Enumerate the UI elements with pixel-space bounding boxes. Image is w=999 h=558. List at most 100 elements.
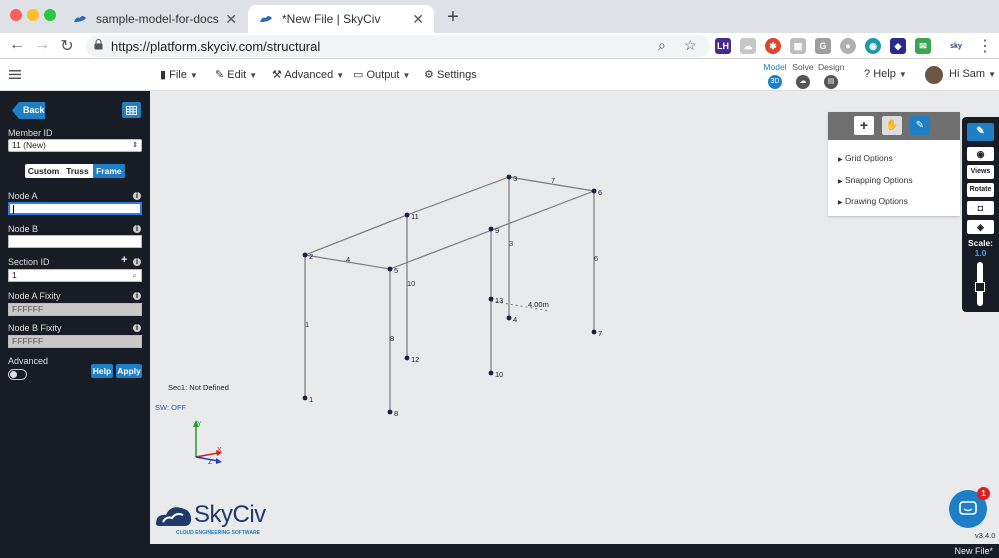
node-label-12: 12 — [411, 355, 419, 364]
node-label-4: 4 — [513, 315, 517, 324]
select-arrows-icon: ⇕ — [132, 142, 138, 149]
green-extension-icon[interactable]: ✉ — [915, 38, 931, 54]
help-menu[interactable]: ? Help ▼ — [864, 68, 907, 80]
user-menu-label: Hi Sam — [949, 68, 986, 80]
bookmark-star-icon[interactable]: ☆ — [684, 37, 697, 54]
calendar-extension-icon[interactable]: ▦ — [790, 38, 806, 54]
node-label-1: 1 — [309, 395, 313, 404]
cloud-icon: ☁ — [796, 75, 810, 89]
back-button[interactable]: Back — [12, 102, 45, 119]
grid-options-item[interactable]: ▶ Grid Options — [838, 153, 893, 163]
close-tab-icon[interactable]: ✕ — [412, 11, 424, 28]
user-menu[interactable]: Hi Sam ▼ — [949, 68, 996, 80]
lh-extension-icon[interactable]: LH — [715, 38, 731, 54]
apply-button[interactable]: Apply — [116, 364, 142, 378]
node-a-input[interactable] — [8, 202, 142, 215]
info-icon[interactable]: i — [133, 225, 141, 233]
edit-menu[interactable]: ✎ Edit ▼ — [215, 68, 257, 81]
layers-extension-icon[interactable]: ◆ — [890, 38, 906, 54]
dimension-label: 4.00m — [528, 300, 549, 309]
chevron-down-icon: ▼ — [336, 71, 345, 80]
node-8[interactable] — [387, 409, 393, 415]
node-10[interactable] — [488, 370, 494, 376]
minimize-window-icon[interactable] — [27, 9, 39, 21]
avatar[interactable] — [925, 66, 943, 84]
teal-extension-icon[interactable]: ◉ — [865, 38, 881, 54]
node-1[interactable] — [302, 395, 308, 401]
self-weight-status[interactable]: SW: OFF — [155, 403, 186, 412]
info-icon[interactable]: i — [133, 292, 141, 300]
node-b-input[interactable] — [8, 235, 142, 248]
node-5[interactable] — [387, 266, 393, 272]
design-step[interactable]: Design ▤ — [818, 62, 844, 89]
drawing-options-item[interactable]: ▶ Drawing Options — [838, 196, 908, 206]
browser-tab-sample-model[interactable]: sample-model-for-docs-concret ✕ — [62, 5, 247, 33]
node-7[interactable] — [591, 329, 597, 335]
node-9[interactable] — [488, 226, 494, 232]
node-b-fixity-input[interactable]: FFFFFF — [8, 335, 142, 348]
maximize-window-icon[interactable] — [44, 9, 56, 21]
help-button[interactable]: Help — [91, 364, 113, 378]
add-tool-icon[interactable]: + — [854, 116, 874, 135]
info-icon[interactable]: i — [133, 258, 141, 266]
node-12[interactable] — [404, 355, 410, 361]
advanced-toggle[interactable] — [8, 369, 27, 380]
chevron-down-icon: ▼ — [402, 71, 411, 80]
model-step[interactable]: Model 3D — [763, 62, 787, 89]
text-cursor — [13, 205, 14, 215]
member-id-select[interactable]: 11 (New) ⇕ — [8, 139, 142, 152]
node-13[interactable] — [488, 296, 494, 302]
scale-slider-thumb[interactable] — [975, 282, 985, 292]
grammar-extension-icon[interactable]: G — [815, 38, 831, 54]
browser-tab-new-file[interactable]: *New File | SkyCiv ✕ — [248, 5, 434, 33]
draw-pencil-icon[interactable]: ✎ — [910, 116, 930, 135]
eye-icon[interactable]: ◉ — [967, 147, 994, 161]
forward-arrow-icon[interactable]: → — [32, 36, 52, 54]
type-frame-button[interactable]: Frame — [92, 164, 125, 178]
close-window-icon[interactable] — [10, 9, 22, 21]
close-tab-icon[interactable]: ✕ — [225, 11, 237, 28]
search-icon[interactable]: ⌕ — [133, 270, 137, 281]
circle-extension-icon[interactable]: ● — [840, 38, 856, 54]
model-canvas[interactable]: 1 2 3 4 5 6 7 8 9 10 11 12 13 1 3 4 6 7 8 10 4.00m Sec1: No… — [150, 91, 999, 544]
advanced-menu[interactable]: ⚒ Advanced ▼ — [272, 68, 344, 81]
back-arrow-icon[interactable]: ← — [7, 36, 27, 54]
edit-mode-pencil-icon[interactable]: ✎ — [967, 123, 994, 141]
node-4[interactable] — [506, 315, 512, 321]
new-tab-icon[interactable]: + — [443, 6, 463, 29]
red-extension-icon[interactable]: ✱ — [765, 38, 781, 54]
zoom-search-icon[interactable]: ⌕ — [658, 37, 666, 54]
node-a-fixity-input[interactable]: FFFFFF — [8, 303, 142, 316]
add-section-icon[interactable]: + — [121, 254, 127, 266]
node-6[interactable] — [591, 188, 597, 194]
cloud-extension-icon[interactable]: ☁ — [740, 38, 756, 54]
monitor-icon: ▭ — [353, 69, 364, 81]
node-2[interactable] — [302, 252, 308, 258]
info-icon[interactable]: i — [133, 192, 141, 200]
reload-icon[interactable]: ↻ — [57, 36, 77, 56]
browser-menu-icon[interactable]: ⋮ — [975, 36, 995, 56]
type-truss-button[interactable]: Truss — [62, 164, 93, 178]
cube-icon[interactable]: ◈ — [967, 220, 994, 234]
hamburger-menu-icon[interactable] — [9, 70, 21, 82]
type-custom-button[interactable]: Custom — [25, 164, 62, 178]
table-grid-icon[interactable] — [122, 102, 141, 118]
file-menu[interactable]: ▮ File ▼ — [160, 68, 198, 81]
member-11-3[interactable] — [406, 176, 510, 216]
url-field[interactable]: https://platform.skyciv.com/structural ⌕… — [86, 35, 710, 57]
rotate-button[interactable]: Rotate — [967, 183, 994, 197]
skyciv-extension-icon[interactable]: sky — [948, 38, 964, 54]
camera-icon[interactable]: ◘ — [967, 201, 994, 215]
snapping-options-item[interactable]: ▶ Snapping Options — [838, 175, 913, 185]
views-button[interactable]: Views — [967, 165, 994, 179]
member-sidebar: Back Member ID 11 (New) ⇕ Custom Truss Fr… — [0, 91, 150, 558]
info-icon[interactable]: i — [133, 324, 141, 332]
output-menu[interactable]: ▭ Output ▼ — [353, 68, 410, 81]
section-id-input[interactable]: 1 ⌕ — [8, 269, 142, 282]
member-2-11[interactable] — [304, 214, 408, 256]
node-11[interactable] — [404, 212, 410, 218]
settings-menu[interactable]: ⚙ Settings — [424, 68, 477, 81]
solve-step[interactable]: Solve ☁ — [791, 62, 815, 89]
node-3[interactable] — [506, 174, 512, 180]
hand-pan-icon[interactable]: ✋ — [882, 116, 902, 135]
